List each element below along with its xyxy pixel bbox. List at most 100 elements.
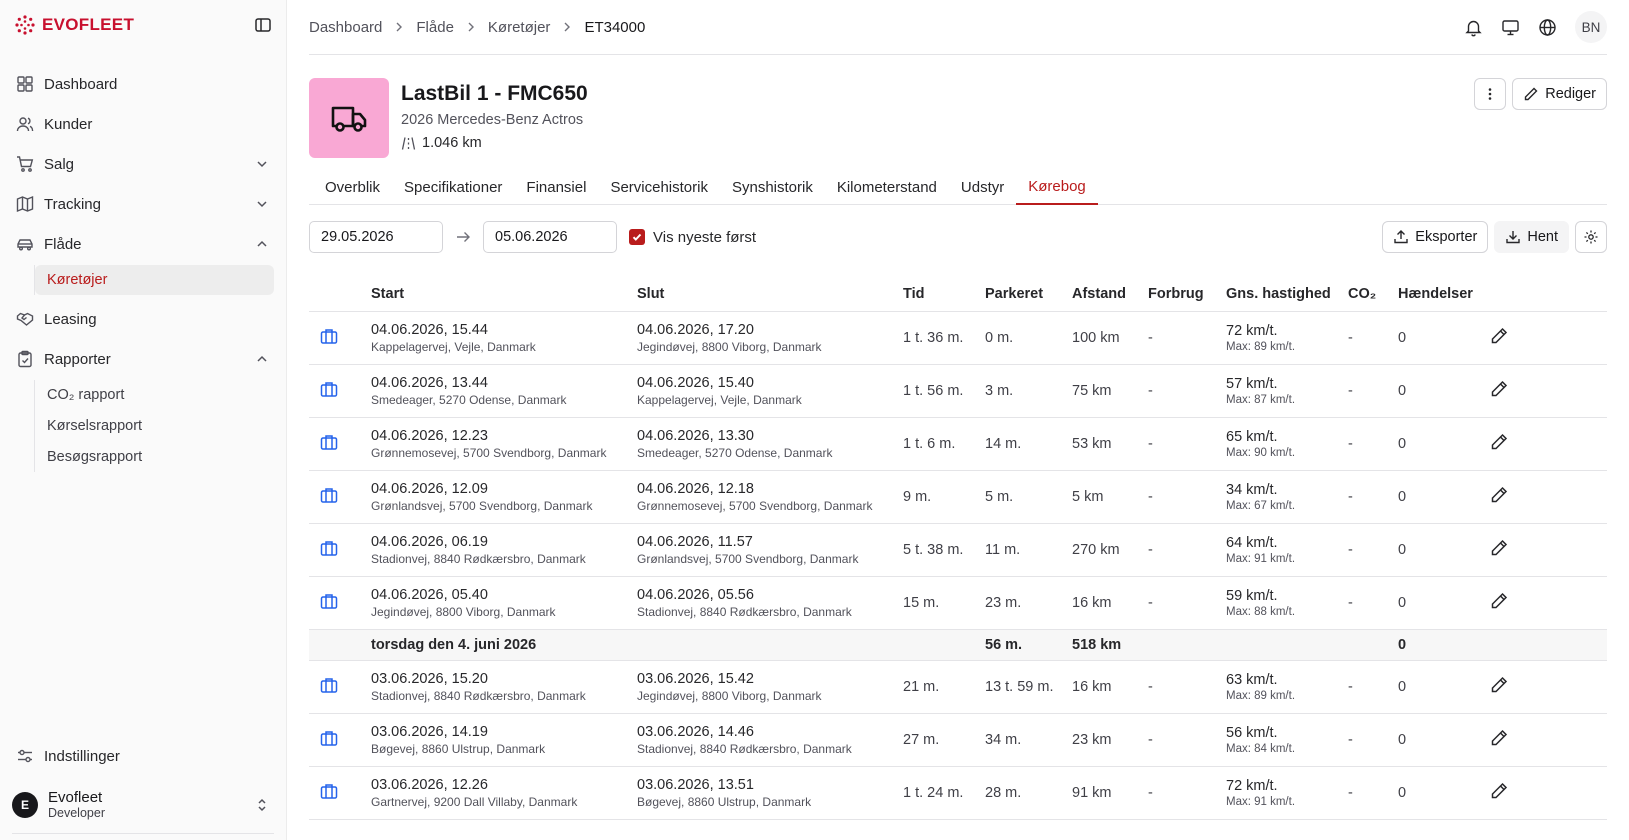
table-row[interactable]: 03.06.2026, 14.19 Bøgevej, 8860 Ulstrup, … [309,713,1607,767]
globe-icon[interactable] [1538,18,1557,37]
fetch-button[interactable]: Hent [1494,221,1569,253]
consumption-cell: - [1140,417,1218,471]
co2-cell: - [1340,576,1390,630]
sidebar-item-leasing[interactable]: Leasing [12,299,274,339]
more-options-button[interactable] [1474,78,1507,110]
start-address: Gartnervej, 9200 Dall Villaby, Danmark [371,794,578,809]
sidebar-item-dashboard[interactable]: Dashboard [12,64,274,104]
chevron-right-icon [468,22,474,32]
tab-specifikationer[interactable]: Specifikationer [392,169,514,205]
start-cell: 03.06.2026, 15.20 Stadionvej, 8840 Rødkær… [363,660,629,714]
parked-cell: 13 t. 59 m. [977,660,1064,714]
edit-trip-button[interactable] [1480,364,1607,418]
table-row[interactable]: 04.06.2026, 12.09 Grønlandsvej, 5700 Sven… [309,470,1607,524]
end-cell: 04.06.2026, 17.20 Jegindøvej, 8800 Viborg… [629,311,895,365]
end-address: Kappelagervej, Vejle, Danmark [637,392,802,407]
distance-cell: 53 km [1064,417,1140,471]
sidebar-item-label: Dashboard [44,75,118,93]
briefcase-icon [320,434,338,450]
tab-overblik[interactable]: Overblik [309,169,392,205]
start-address: Jegindøvej, 8800 Viborg, Danmark [371,604,556,619]
sidebar-item-indstillinger[interactable]: Indstillinger [12,736,274,776]
table-row[interactable]: 04.06.2026, 06.19 Stadionvej, 8840 Rødkær… [309,523,1607,577]
edit-trip-button[interactable] [1480,766,1607,820]
sidebar-item-label: Rapporter [44,350,111,368]
pencil-icon [1491,539,1508,555]
bell-icon[interactable] [1464,18,1483,37]
end-cell: 03.06.2026, 13.51 Bøgevej, 8860 Ulstrup, … [629,766,895,820]
sidebar-subitem-co2-rapport[interactable]: CO₂ rapport [35,380,274,410]
col-events: Hændelser [1390,277,1481,312]
duration-cell: 15 m. [895,576,977,630]
sidebar-subitem-koretojer[interactable]: Køretøjer [35,265,274,295]
sidebar-item-kunder[interactable]: Kunder [12,104,274,144]
events-cell: 0 [1390,311,1481,365]
tab-udstyr[interactable]: Udstyr [949,169,1016,205]
edit-trip-button[interactable] [1480,470,1607,524]
newest-first-label: Vis nyeste først [653,228,757,246]
edit-trip-button[interactable] [1480,576,1607,630]
brand-bar: EVOFLEET [12,0,274,50]
tab-servicehistorik[interactable]: Servicehistorik [598,169,720,205]
monitor-icon[interactable] [1501,18,1520,37]
co2-cell: - [1340,417,1390,471]
table-row[interactable]: 04.06.2026, 12.23 Grønnemosevej, 5700 Sve… [309,417,1607,471]
rapporter-subnav: CO₂ rapport Kørselsrapport Besøgsrapport [34,380,274,472]
col-icon [309,277,363,312]
max-speed: Max: 88 km/t. [1226,605,1296,618]
table-row[interactable]: 04.06.2026, 05.40 Jegindøvej, 8800 Viborg… [309,576,1607,630]
tab-korebog[interactable]: Kørebog [1016,169,1098,205]
table-row[interactable]: 04.06.2026, 15.44 Kappelagervej, Vejle, D… [309,311,1607,365]
sidebar-item-salg[interactable]: Salg [12,144,274,184]
edit-trip-button[interactable] [1480,311,1607,365]
end-cell: 04.06.2026, 13.30 Smedeager, 5270 Odense,… [629,417,895,471]
filter-actions: Eksporter Hent [1382,221,1607,253]
avg-speed: 63 km/t. [1226,671,1278,688]
sidebar-subitem-besogsrapport[interactable]: Besøgsrapport [35,442,274,472]
edit-trip-button[interactable] [1480,713,1607,767]
user-switcher[interactable]: E Evofleet Developer [12,776,274,834]
newest-first-toggle[interactable]: Vis nyeste først [629,229,756,246]
parked-cell: 28 m. [977,766,1064,820]
newest-first-checkbox[interactable] [629,229,645,245]
speed-cell: 72 km/t. Max: 91 km/t. [1218,766,1340,820]
vehicle-actions: Rediger [1474,78,1607,110]
sidebar-subitem-korselsrapport[interactable]: Kørselsrapport [35,411,274,441]
breadcrumb-dashboard[interactable]: Dashboard [309,19,382,36]
end-address: Stadionvej, 8840 Rødkærsbro, Danmark [637,741,852,756]
parked-cell: 11 m. [977,523,1064,577]
edit-trip-button[interactable] [1480,523,1607,577]
brand-logo[interactable]: EVOFLEET [14,14,134,36]
table-settings-button[interactable] [1575,221,1607,253]
sidebar-item-rapporter[interactable]: Rapporter [12,339,274,379]
user-avatar[interactable]: BN [1575,11,1607,43]
end-address: Jegindøvej, 8800 Viborg, Danmark [637,339,822,354]
end-time: 04.06.2026, 15.40 [637,374,754,391]
speed-cell: 63 km/t. Max: 89 km/t. [1218,660,1340,714]
date-to-input[interactable] [483,221,617,253]
table-row[interactable]: 03.06.2026, 15.20 Stadionvej, 8840 Rødkær… [309,660,1607,714]
trip-type-cell [309,417,363,471]
end-address: Grønnemosevej, 5700 Svendborg, Danmark [637,498,873,513]
date-from-input[interactable] [309,221,443,253]
sidebar-toggle-icon[interactable] [254,16,272,34]
tab-synshistorik[interactable]: Synshistorik [720,169,825,205]
breadcrumb-koretojer[interactable]: Køretøjer [488,19,551,36]
export-button[interactable]: Eksporter [1382,221,1489,253]
day-summary-row: torsdag den 4. juni 2026 56 m. 518 km 0 [309,629,1607,661]
col-forbrug: Forbrug [1140,277,1218,312]
table-row[interactable]: 03.06.2026, 12.26 Gartnervej, 9200 Dall V… [309,766,1607,820]
edit-trip-button[interactable] [1480,660,1607,714]
co2-cell: - [1340,523,1390,577]
edit-button[interactable]: Rediger [1512,78,1607,110]
pencil-icon [1491,782,1508,798]
edit-trip-button[interactable] [1480,417,1607,471]
sidebar-item-flade[interactable]: Flåde [12,224,274,264]
chevron-up-icon [257,240,267,247]
sidebar-item-tracking[interactable]: Tracking [12,184,274,224]
table-row[interactable]: 04.06.2026, 13.44 Smedeager, 5270 Odense,… [309,364,1607,418]
breadcrumb-flade[interactable]: Flåde [416,19,454,36]
tab-finansiel[interactable]: Finansiel [514,169,598,205]
tab-kilometerstand[interactable]: Kilometerstand [825,169,949,205]
avatar: E [12,791,38,818]
